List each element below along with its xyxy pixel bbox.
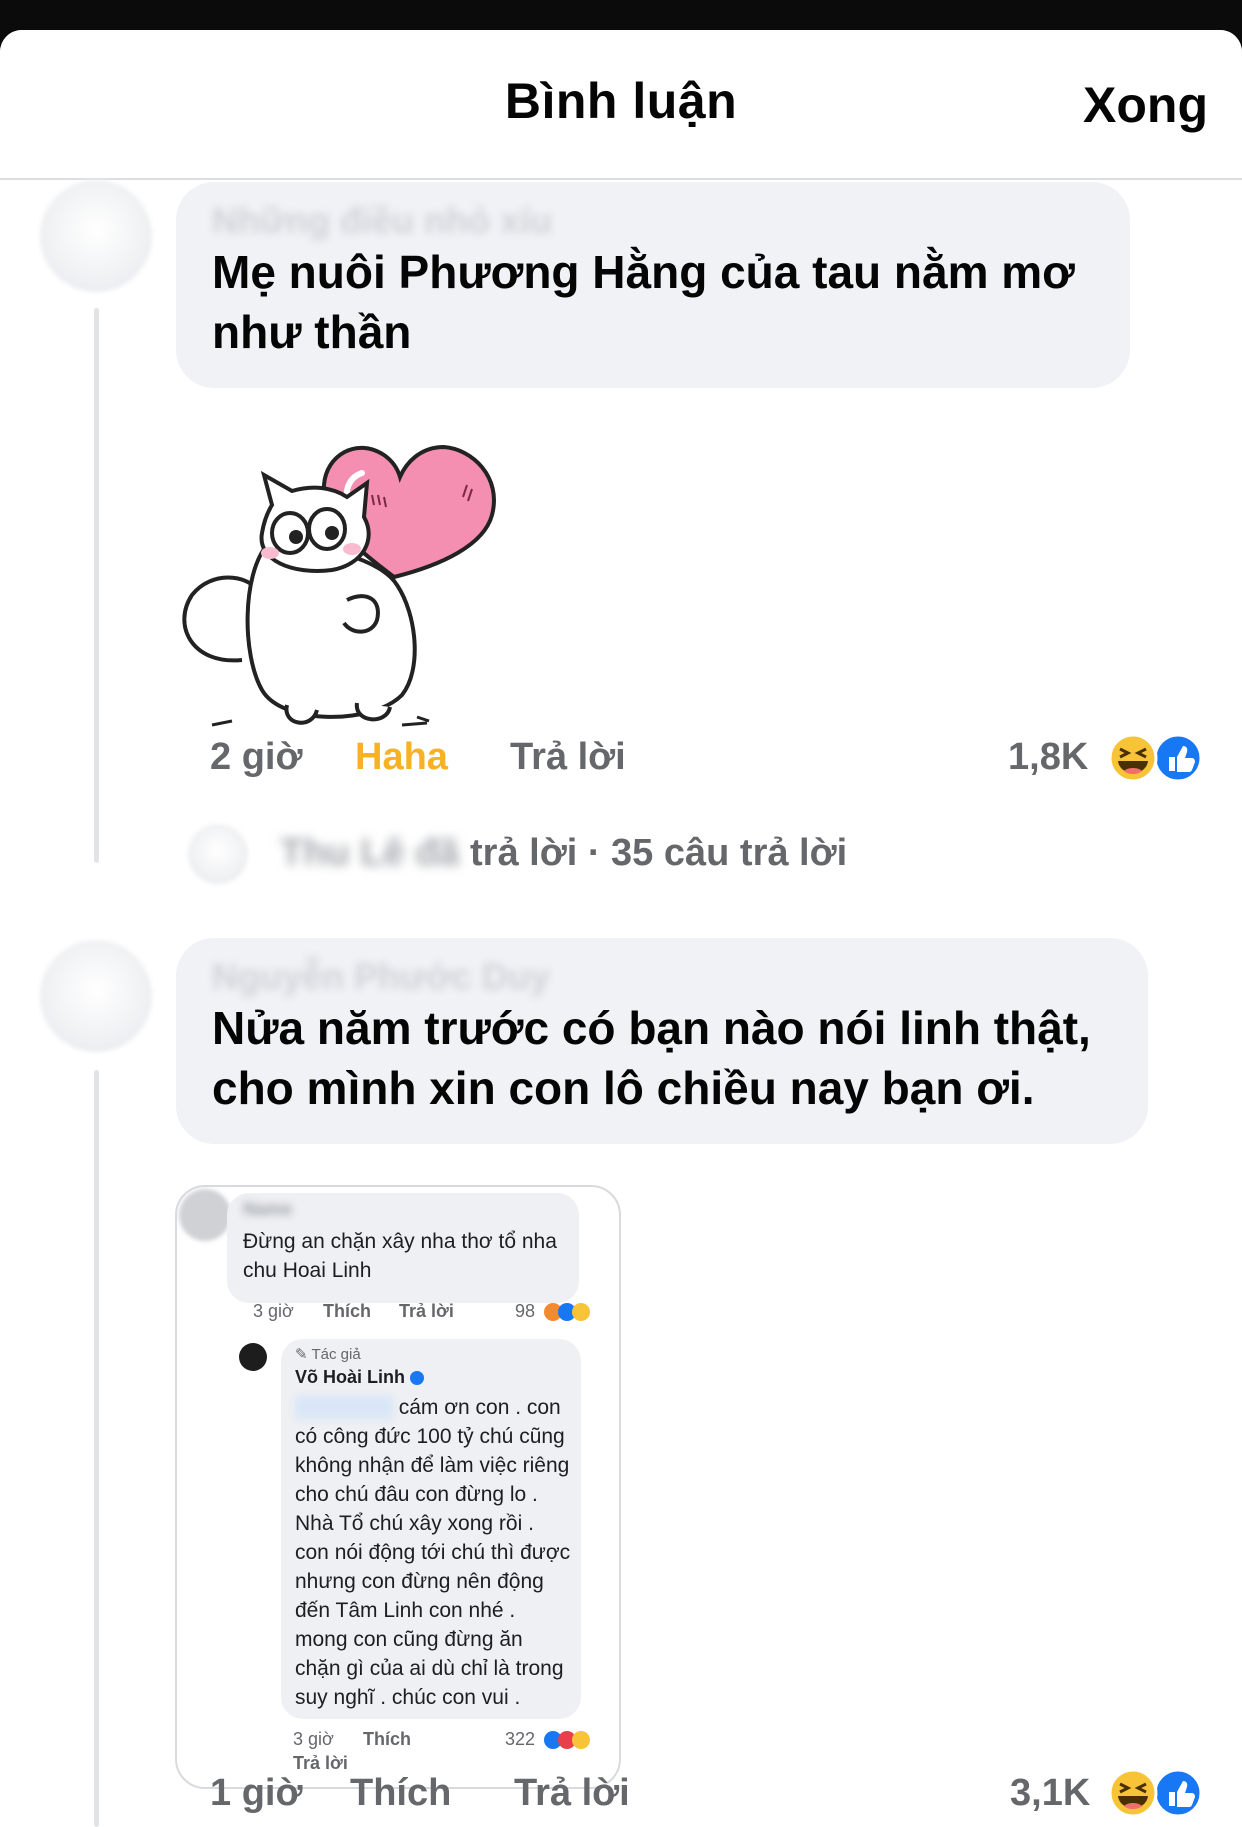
reply-avatar[interactable] [188,824,248,884]
reaction-count[interactable]: 1,8K [1008,736,1088,779]
reply-reaction-icons [544,1731,590,1749]
avatar[interactable] [40,180,152,292]
reaction-count[interactable]: 3,1K [1010,1772,1090,1815]
embedded-reaction-count: 98 [515,1301,536,1321]
comment-text: Mẹ nuôi Phương Hằng của tau nằm mơ như t… [212,246,1075,358]
thread-line [94,1070,99,1827]
reply-author: Võ Hoài Linh [295,1367,425,1388]
done-button[interactable]: Xong [1083,76,1208,134]
cat-balloon-sticker [182,444,496,727]
avatar [239,1343,267,1371]
haha-reaction-button[interactable]: Haha [355,736,448,779]
verified-icon [410,1371,425,1386]
author-reply-bubble: ✎ Tác giả Võ Hoài Linh Tên người cám ơn … [281,1339,581,1719]
pencil-icon: ✎ [295,1346,312,1363]
comment-text: Nửa năm trước có bạn nào nói linh thật, … [212,1002,1091,1114]
page-title: Bình luận [504,73,738,129]
like-icon [1153,1768,1203,1818]
comments-header: Bình luận Xong [0,30,1242,180]
comment-time: 2 giờ [210,736,303,778]
haha-icon [1108,733,1158,783]
comments-sheet: Bình luận Xong Những điều nhỏ xíu Mẹ nuô… [0,30,1242,1827]
comment-bubble[interactable]: Nguyễn Phước Duy Nửa năm trước có bạn nà… [176,938,1148,1144]
avatar[interactable] [40,940,152,1052]
comment-author[interactable]: Những điều nhỏ xíu [212,200,552,242]
embedded-like-label: Thích [323,1301,371,1321]
replies-count-text: trả lời · 35 câu trả lời [470,832,848,874]
reply-time: 3 giờ [293,1729,334,1749]
reply-button[interactable]: Trả lời [514,1772,630,1815]
embedded-reaction-icons [544,1303,590,1321]
thread-line [94,308,99,863]
embedded-comment-bubble: Name Đừng an chặn xây nha thơ tổ nha chu… [227,1193,579,1303]
embedded-comment-time: 3 giờ [253,1301,294,1321]
like-button[interactable]: Thích [350,1772,451,1815]
view-replies-link[interactable]: Thu Lê đã trả lời · 35 câu trả lời [280,832,847,875]
mention-name: Tên người [295,1396,393,1419]
reply-reaction-count: 322 [505,1729,536,1749]
attached-screenshot[interactable]: Name Đừng an chặn xây nha thơ tổ nha chu… [175,1185,621,1789]
avatar [179,1189,231,1241]
reply-reply-label: Trả lời [293,1753,348,1773]
haha-icon [1108,1768,1158,1818]
comment-author[interactable]: Nguyễn Phước Duy [212,956,550,998]
embedded-comment-text: Đừng an chặn xây nha thơ tổ nha chu Hoai… [243,1230,557,1282]
embedded-comment-author: Name [243,1199,293,1219]
comment-time: 1 giờ [210,1772,303,1814]
reply-text: Tên người cám ơn con . con có công đức 1… [295,1396,571,1709]
reply-like-label: Thích [363,1729,411,1749]
replier-name: Thu Lê đã [280,832,460,874]
comment-bubble[interactable]: Những điều nhỏ xíu Mẹ nuôi Phương Hằng c… [176,182,1130,388]
reaction-icons[interactable] [1108,733,1204,783]
reply-button[interactable]: Trả lời [510,736,626,779]
like-icon [1153,733,1203,783]
embedded-reply-label: Trả lời [399,1301,454,1321]
reaction-icons[interactable] [1108,1768,1204,1818]
author-badge: ✎ Tác giả [295,1346,361,1363]
